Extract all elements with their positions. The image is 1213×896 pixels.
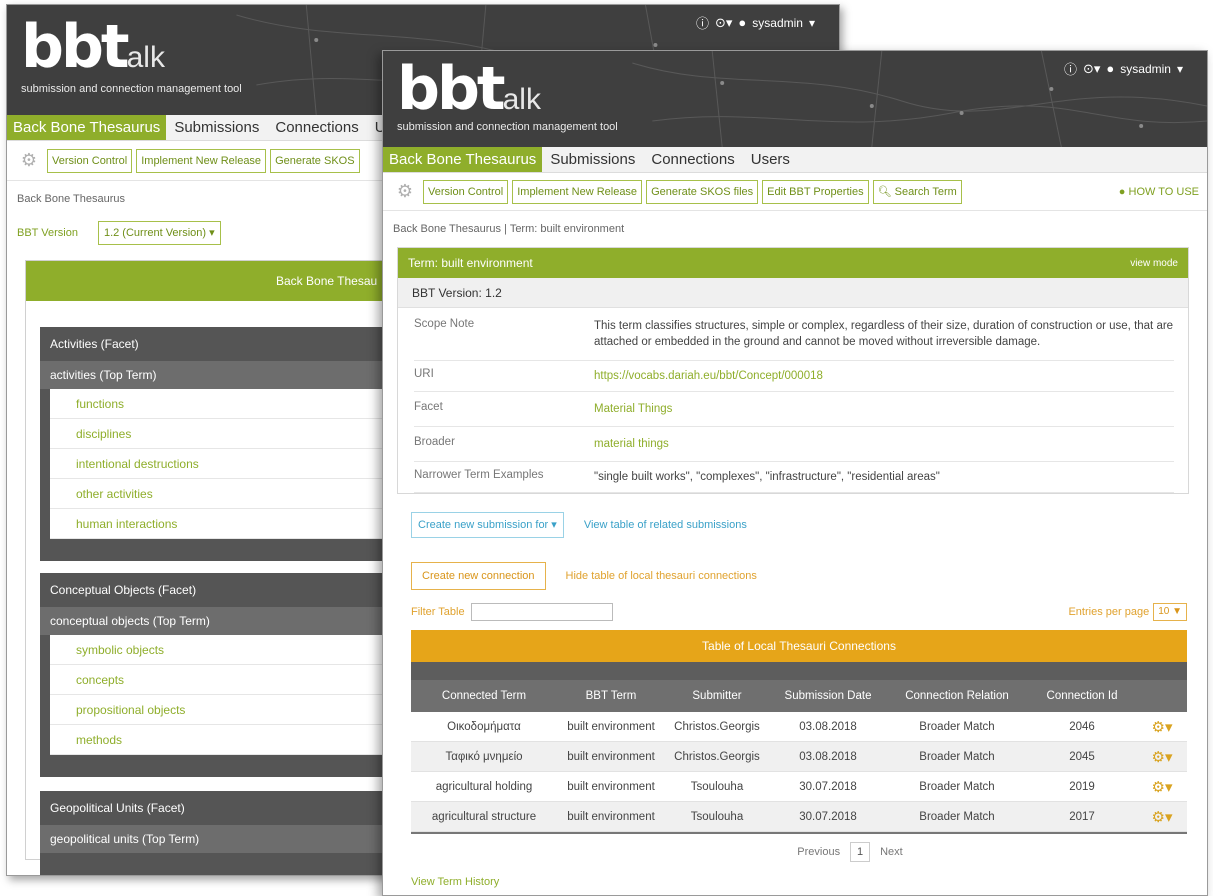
version-control-button[interactable]: Version Control [47,148,133,173]
entries-select[interactable]: 10 ▼ [1153,603,1187,621]
table-body: Οικοδομήματα built environment Christos.… [411,712,1187,832]
info-icon[interactable]: ⓘ [696,13,709,32]
term-title: Term: built environment [408,256,533,270]
table-row: agricultural structure built environment… [411,802,1187,832]
nav-submissions[interactable]: Submissions [542,147,643,172]
filter-row: Filter Table Entries per page 10 ▼ [383,600,1207,624]
search-term-button[interactable]: 🔍︎ Search Term [872,179,962,204]
version-select[interactable]: 1.2 (Current Version) ▾ [97,221,221,245]
user-menu[interactable]: ⓘ ⊙▾ ● sysadmin ▾ [696,13,815,32]
gears-icon: ⚙ [396,181,414,201]
submission-actions: Create new submission for ▾ View table o… [383,512,1207,538]
how-to-use-link[interactable]: ● HOW TO USE [1119,186,1199,198]
gear-menu-icon[interactable]: ⚙▾ [1137,778,1187,796]
term-properties: Scope Note This term classifies structur… [398,308,1188,493]
prop-uri: URI https://vocabs.dariah.eu/bbt/Concept… [414,361,1174,392]
view-mode-link[interactable]: view mode [1130,258,1178,269]
connections-table: Table of Local Thesauri Connections Conn… [411,630,1187,834]
prop-facet: Facet Material Things [414,392,1174,427]
table-row: Ταφικό μνημείο built environment Christo… [411,742,1187,772]
create-submission-dropdown[interactable]: Create new submission for ▾ [411,512,564,538]
generate-skos-button[interactable]: Generate SKOS [270,148,360,173]
app-tagline: submission and connection management too… [397,121,618,133]
table-row: Οικοδομήματα built environment Christos.… [411,712,1187,742]
gear-menu-icon[interactable]: ⚙▾ [1137,748,1187,766]
pager-previous[interactable]: Previous [797,846,840,858]
app-tagline: submission and connection management too… [21,83,242,95]
app-logo: bbtalk [397,54,541,124]
edit-properties-button[interactable]: Edit BBT Properties [762,179,869,204]
prop-scope-note: Scope Note This term classifies structur… [414,308,1174,361]
nav-connections[interactable]: Connections [643,147,742,172]
col-connected-term[interactable]: Connected Term [411,690,557,702]
pager-next[interactable]: Next [880,846,903,858]
nav-bbt[interactable]: Back Bone Thesaurus [7,115,167,140]
info-circle-icon: ● [1118,185,1129,198]
nav-submissions[interactable]: Submissions [166,115,267,140]
app-header: bbtalk submission and connection managem… [383,51,1207,147]
view-submissions-link[interactable]: View table of related submissions [584,519,747,531]
hide-connections-link[interactable]: Hide table of local thesauri connections [566,570,757,582]
search-icon: 🔍︎ [877,185,895,198]
filter-label: Filter Table [411,606,465,618]
table-header: Connected Term BBT Term Submitter Submis… [411,680,1187,712]
pager-page-1[interactable]: 1 [850,842,871,862]
generate-skos-button[interactable]: Generate SKOS files [646,179,759,204]
front-window: bbtalk submission and connection managem… [382,50,1208,896]
nav-bbt[interactable]: Back Bone Thesaurus [383,147,543,172]
col-submitter[interactable]: Submitter [665,690,769,702]
connection-actions: Create new connection Hide table of loca… [383,562,1207,590]
app-logo: bbtalk [21,12,165,82]
term-panel: Term: built environment view mode BBT Ve… [397,247,1189,494]
entries-per-page: Entries per page 10 ▼ [1068,603,1187,621]
info-icon[interactable]: ⓘ [1064,59,1077,78]
col-connection-id[interactable]: Connection Id [1027,690,1137,702]
user-icon: ● [1106,61,1115,76]
col-submission-date[interactable]: Submission Date [769,690,887,702]
toolbar: ⚙ Version Control Implement New Release … [383,173,1207,211]
version-control-button[interactable]: Version Control [423,179,509,204]
col-connection-relation[interactable]: Connection Relation [887,690,1027,702]
user-icon: ● [738,15,747,30]
username[interactable]: sysadmin [752,16,803,30]
term-panel-header: Term: built environment view mode [398,248,1188,278]
main-nav: Back Bone Thesaurus Submissions Connecti… [383,147,1207,173]
user-menu[interactable]: ⓘ ⊙▾ ● sysadmin ▾ [1064,59,1183,78]
nav-users[interactable]: Users [743,147,798,172]
gears-icon: ⚙ [20,150,38,170]
breadcrumb-term: Term: built environment [509,223,625,235]
prop-narrower: Narrower Term Examples "single built wor… [414,462,1174,493]
gear-menu-icon[interactable]: ⚙▾ [1137,808,1187,826]
table-title: Table of Local Thesauri Connections [411,630,1187,662]
filter-input[interactable] [470,603,613,621]
help-icon[interactable]: ⊙▾ [715,15,732,31]
help-icon[interactable]: ⊙▾ [1083,61,1100,77]
implement-release-button[interactable]: Implement New Release [512,179,643,204]
prop-broader: Broader material things [414,427,1174,462]
breadcrumb: Back Bone Thesaurus | Term: built enviro… [393,223,625,235]
gear-menu-icon[interactable]: ⚙▾ [1137,718,1187,736]
view-term-history-link[interactable]: View Term History [383,862,1207,895]
pagination: Previous 1 Next [493,842,1207,862]
create-connection-button[interactable]: Create new connection [411,562,546,590]
breadcrumb-root[interactable]: Back Bone Thesaurus [393,223,501,235]
username[interactable]: sysadmin [1120,62,1171,76]
bbt-version: BBT Version: 1.2 [398,278,1188,308]
implement-release-button[interactable]: Implement New Release [136,148,267,173]
version-label: BBT Version [17,227,78,239]
nav-connections[interactable]: Connections [267,115,366,140]
table-row: agricultural holding built environment T… [411,772,1187,802]
col-bbt-term[interactable]: BBT Term [557,690,665,702]
